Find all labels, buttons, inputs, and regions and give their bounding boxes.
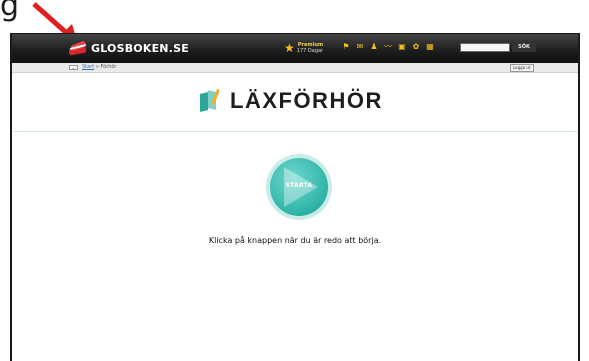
- breadcrumb-current: Förhör: [100, 64, 117, 70]
- breadcrumb: Start » Förhör: [82, 64, 116, 71]
- header-divider: [12, 131, 578, 132]
- book-pencil-icon: [200, 89, 222, 113]
- star-icon: ★: [284, 41, 295, 55]
- instruction-text: Klicka på knappen när du är redo att bör…: [208, 236, 382, 245]
- search-input[interactable]: [460, 43, 510, 52]
- breadcrumb-separator: »: [95, 64, 99, 70]
- top-navbar: GLOSBOKEN.SE ★ Premium 177 Dagar ⚑ ✉ ♟ 〰…: [12, 34, 578, 63]
- chart-icon[interactable]: 〰: [384, 43, 392, 51]
- logout-button[interactable]: Logga ut: [510, 64, 534, 72]
- app-window: GLOSBOKEN.SE ★ Premium 177 Dagar ⚑ ✉ ♟ 〰…: [10, 33, 580, 361]
- premium-days: 177 Dagar: [296, 48, 324, 54]
- grid-icon[interactable]: ▦: [426, 43, 434, 51]
- logo[interactable]: GLOSBOKEN.SE: [68, 40, 189, 57]
- breadcrumb-home-link[interactable]: Start: [82, 64, 94, 70]
- back-button[interactable]: «: [69, 65, 78, 71]
- books-logo-icon: [68, 40, 87, 56]
- flag-icon[interactable]: ⚑: [342, 43, 350, 51]
- gear-icon[interactable]: ✿: [412, 43, 420, 51]
- folder-icon[interactable]: ▣: [398, 43, 406, 51]
- logo-text: GLOSBOKEN.SE: [91, 42, 189, 55]
- person-icon[interactable]: ♟: [370, 43, 378, 51]
- page-title: LÄXFÖRHÖR: [230, 88, 383, 113]
- breadcrumb-bar: « Start » Förhör Logga ut: [12, 63, 578, 73]
- mail-icon[interactable]: ✉: [356, 43, 364, 51]
- start-button-label: STARTA: [285, 182, 313, 189]
- cropped-caption: g: [0, 0, 20, 23]
- premium-badge[interactable]: ★ Premium 177 Dagar: [284, 42, 323, 54]
- start-button[interactable]: STARTA: [266, 154, 332, 220]
- page-header: LÄXFÖRHÖR: [12, 73, 578, 132]
- toolbar-icons: ⚑ ✉ ♟ 〰 ▣ ✿ ▦: [342, 43, 434, 51]
- search-button[interactable]: SÖK: [512, 43, 536, 52]
